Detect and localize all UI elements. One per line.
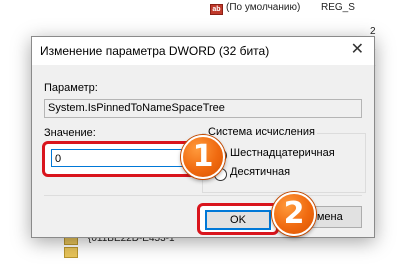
close-icon[interactable]: ✕ <box>351 41 364 59</box>
folder-icon <box>64 247 78 258</box>
base-label: Система исчисления <box>206 126 317 138</box>
base-groupbox <box>202 133 366 193</box>
default-value-row[interactable]: (По умолчанию) <box>226 2 300 13</box>
value-data-input[interactable]: 0 <box>51 149 189 167</box>
radio-hexadecimal-label[interactable]: Шестнадцатеричная <box>230 147 335 159</box>
value-label: Значение: <box>44 127 96 139</box>
value-highlight-box: 0 <box>42 141 200 177</box>
ok-button[interactable]: OK <box>205 210 271 230</box>
ok-highlight-box: OK <box>197 203 279 235</box>
value-name-field: System.IsPinnedToNameSpaceTree <box>44 99 362 118</box>
default-value-type: REG_S <box>321 2 355 13</box>
step-1-badge: 1 <box>181 135 225 179</box>
dialog-title: Изменение параметра DWORD (32 бита) <box>40 44 270 58</box>
dialog-titlebar[interactable]: Изменение параметра DWORD (32 бита) ✕ <box>32 37 374 65</box>
reg-value-icon: ab <box>210 4 223 15</box>
dialog-separator <box>44 195 362 196</box>
name-label: Параметр: <box>44 82 98 94</box>
radio-decimal-label[interactable]: Десятичная <box>230 166 290 178</box>
step-2-badge: 2 <box>272 192 316 236</box>
